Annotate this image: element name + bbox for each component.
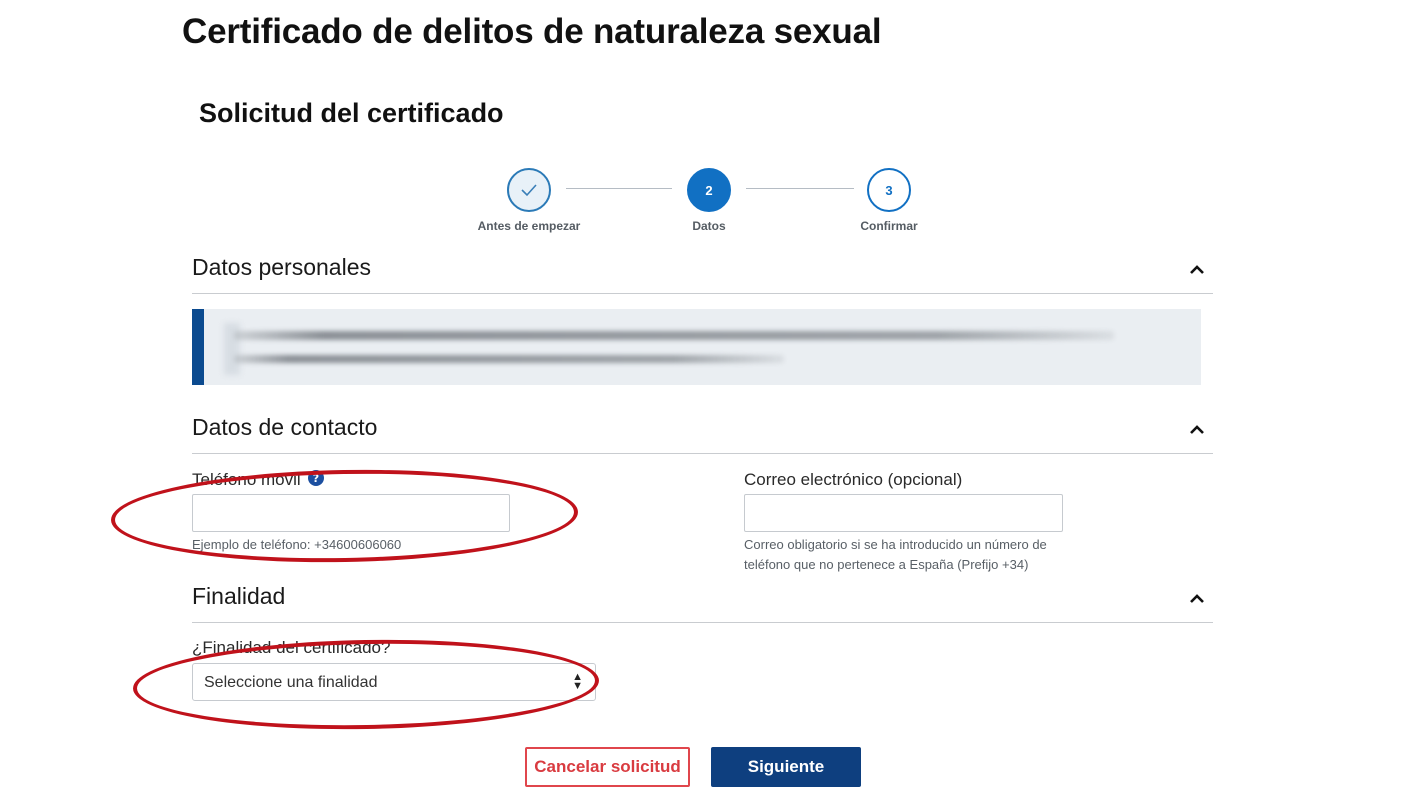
step-connector — [566, 188, 672, 189]
check-icon — [521, 184, 537, 197]
page-subtitle: Solicitud del certificado — [199, 98, 504, 128]
section-title: Finalidad — [192, 583, 286, 609]
section-contact-data-header[interactable]: Datos de contacto — [192, 414, 1213, 454]
email-input[interactable] — [744, 494, 1063, 532]
section-purpose-header[interactable]: Finalidad — [192, 583, 1213, 623]
phone-input[interactable] — [192, 494, 510, 532]
section-personal-data-header[interactable]: Datos personales — [192, 254, 1213, 294]
redacted-text — [234, 331, 1114, 340]
step-2-number: 2 — [705, 182, 713, 198]
cancel-request-button[interactable]: Cancelar solicitud — [525, 747, 690, 787]
personal-data-panel — [192, 309, 1201, 385]
step-3-number: 3 — [885, 182, 893, 198]
page: Certificado de delitos de naturaleza sex… — [0, 0, 1421, 799]
page-title: Certificado de delitos de naturaleza sex… — [182, 12, 882, 51]
section-title: Datos de contacto — [192, 414, 378, 440]
phone-label: Teléfono móvil — [192, 470, 301, 489]
step-3-circle: 3 — [867, 168, 911, 212]
step-2-label: Datos — [692, 219, 726, 233]
step-1-circle[interactable] — [507, 168, 551, 212]
phone-hint: Ejemplo de teléfono: +34600606060 — [192, 537, 402, 552]
chevron-up-icon[interactable] — [1189, 422, 1205, 438]
section-title: Datos personales — [192, 254, 371, 280]
progress-stepper: 2 3 Antes de empezar Datos Confirmar — [460, 168, 980, 238]
step-2-circle: 2 — [687, 168, 731, 212]
email-hint: Correo obligatorio si se ha introducido … — [744, 535, 1047, 575]
email-label: Correo electrónico (opcional) — [744, 470, 963, 489]
chevron-up-icon[interactable] — [1189, 591, 1205, 607]
step-connector — [746, 188, 854, 189]
chevron-up-icon[interactable] — [1189, 262, 1205, 278]
info-icon[interactable]: ? — [308, 470, 324, 486]
email-hint-line: teléfono que no pertenece a España (Pref… — [744, 557, 1029, 572]
sort-arrows-icon: ▲ ▼ — [572, 671, 583, 692]
next-button[interactable]: Siguiente — [711, 747, 861, 787]
email-hint-line: Correo obligatorio si se ha introducido … — [744, 537, 1047, 552]
purpose-label: ¿Finalidad del certificado? — [192, 638, 391, 657]
step-1-label: Antes de empezar — [477, 219, 581, 233]
step-3-label: Confirmar — [860, 219, 918, 233]
redacted-text — [234, 355, 784, 363]
purpose-selected-value: Seleccione una finalidad — [204, 674, 378, 691]
purpose-select[interactable]: Seleccione una finalidad ▲ ▼ — [192, 663, 596, 701]
